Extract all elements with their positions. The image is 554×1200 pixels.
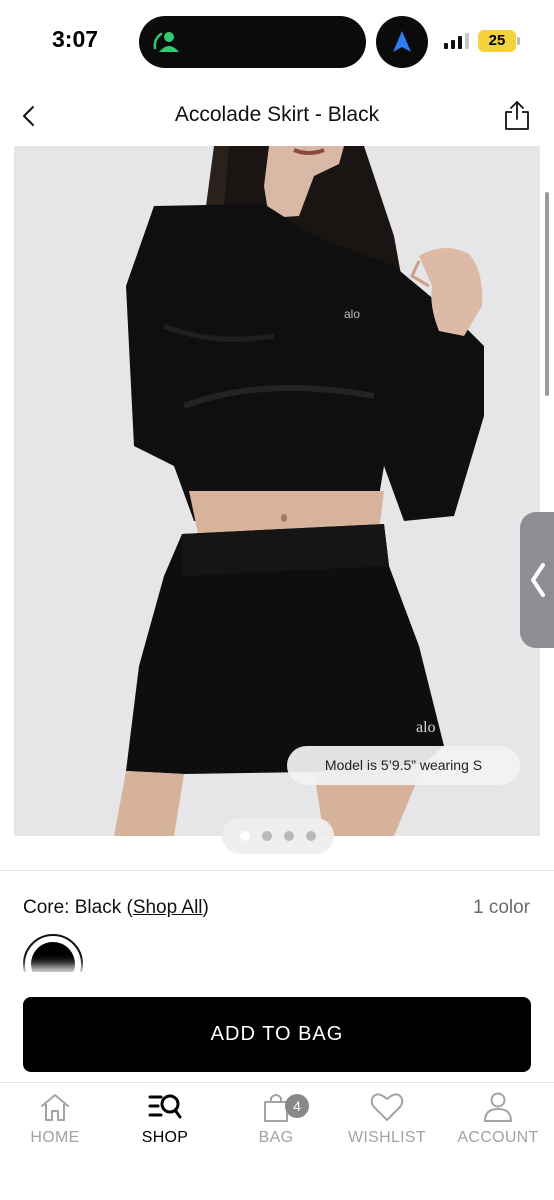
scroll-indicator[interactable] (545, 192, 549, 396)
header: Accolade Skirt - Black (0, 86, 554, 146)
color-label: Core: Black (Shop All) (23, 897, 209, 919)
navigation-indicator (376, 16, 428, 68)
svg-text:alo: alo (416, 719, 436, 736)
share-icon[interactable] (500, 98, 534, 132)
tab-label-wishlist: WISHLIST (348, 1129, 426, 1146)
pagination-dot[interactable] (306, 831, 316, 841)
pagination-dot[interactable] (284, 831, 294, 841)
shop-all-link[interactable]: Shop All (133, 897, 203, 918)
status-bar: 3:07 25 (0, 0, 554, 82)
signal-icon (444, 33, 469, 49)
page-title: Accolade Skirt - Black (174, 103, 380, 126)
tab-label-home: HOME (30, 1129, 80, 1146)
tab-home[interactable]: HOME (0, 1091, 110, 1161)
tab-label-account: ACCOUNT (457, 1129, 539, 1146)
divider (0, 870, 554, 871)
tab-bar: HOME SHOP 4 BAG WISHLIST ACCOUNT (0, 1082, 554, 1200)
tab-wishlist[interactable]: WISHLIST (332, 1091, 442, 1161)
tab-label-bag: BAG (258, 1129, 294, 1146)
model-size-badge: Model is 5’9.5” wearing S (287, 746, 520, 785)
home-icon (41, 1094, 69, 1121)
svg-text:alo: alo (344, 307, 360, 321)
status-time: 3:07 (52, 26, 99, 52)
bag-count-badge: 4 (285, 1094, 309, 1118)
product-image[interactable]: alo alo (14, 146, 540, 836)
navigation-arrow-icon (393, 31, 411, 52)
dynamic-island (139, 16, 366, 68)
color-label-prefix: Core: Black ( (23, 897, 133, 918)
color-count: 1 color (472, 897, 530, 918)
color-label-suffix: ) (202, 897, 209, 918)
person-activity-icon (153, 32, 179, 52)
add-to-bag-button[interactable]: ADD TO BAG (23, 997, 531, 1072)
heart-icon (370, 1093, 404, 1121)
pagination-dot[interactable] (262, 831, 272, 841)
person-icon (484, 1092, 512, 1122)
tab-label-shop: SHOP (141, 1129, 189, 1146)
image-pagination[interactable] (222, 818, 334, 854)
battery-icon: 25 (478, 30, 516, 52)
tab-shop[interactable]: SHOP (110, 1091, 220, 1161)
tab-bag[interactable]: 4 BAG (221, 1091, 331, 1161)
pagination-dot[interactable] (240, 831, 250, 841)
battery-tip (517, 37, 520, 45)
tab-account[interactable]: ACCOUNT (443, 1091, 553, 1161)
side-drawer-tab[interactable] (520, 512, 554, 648)
chevron-left-icon (531, 563, 545, 597)
product-photo: alo alo (14, 146, 540, 836)
shop-search-icon (148, 1094, 182, 1119)
